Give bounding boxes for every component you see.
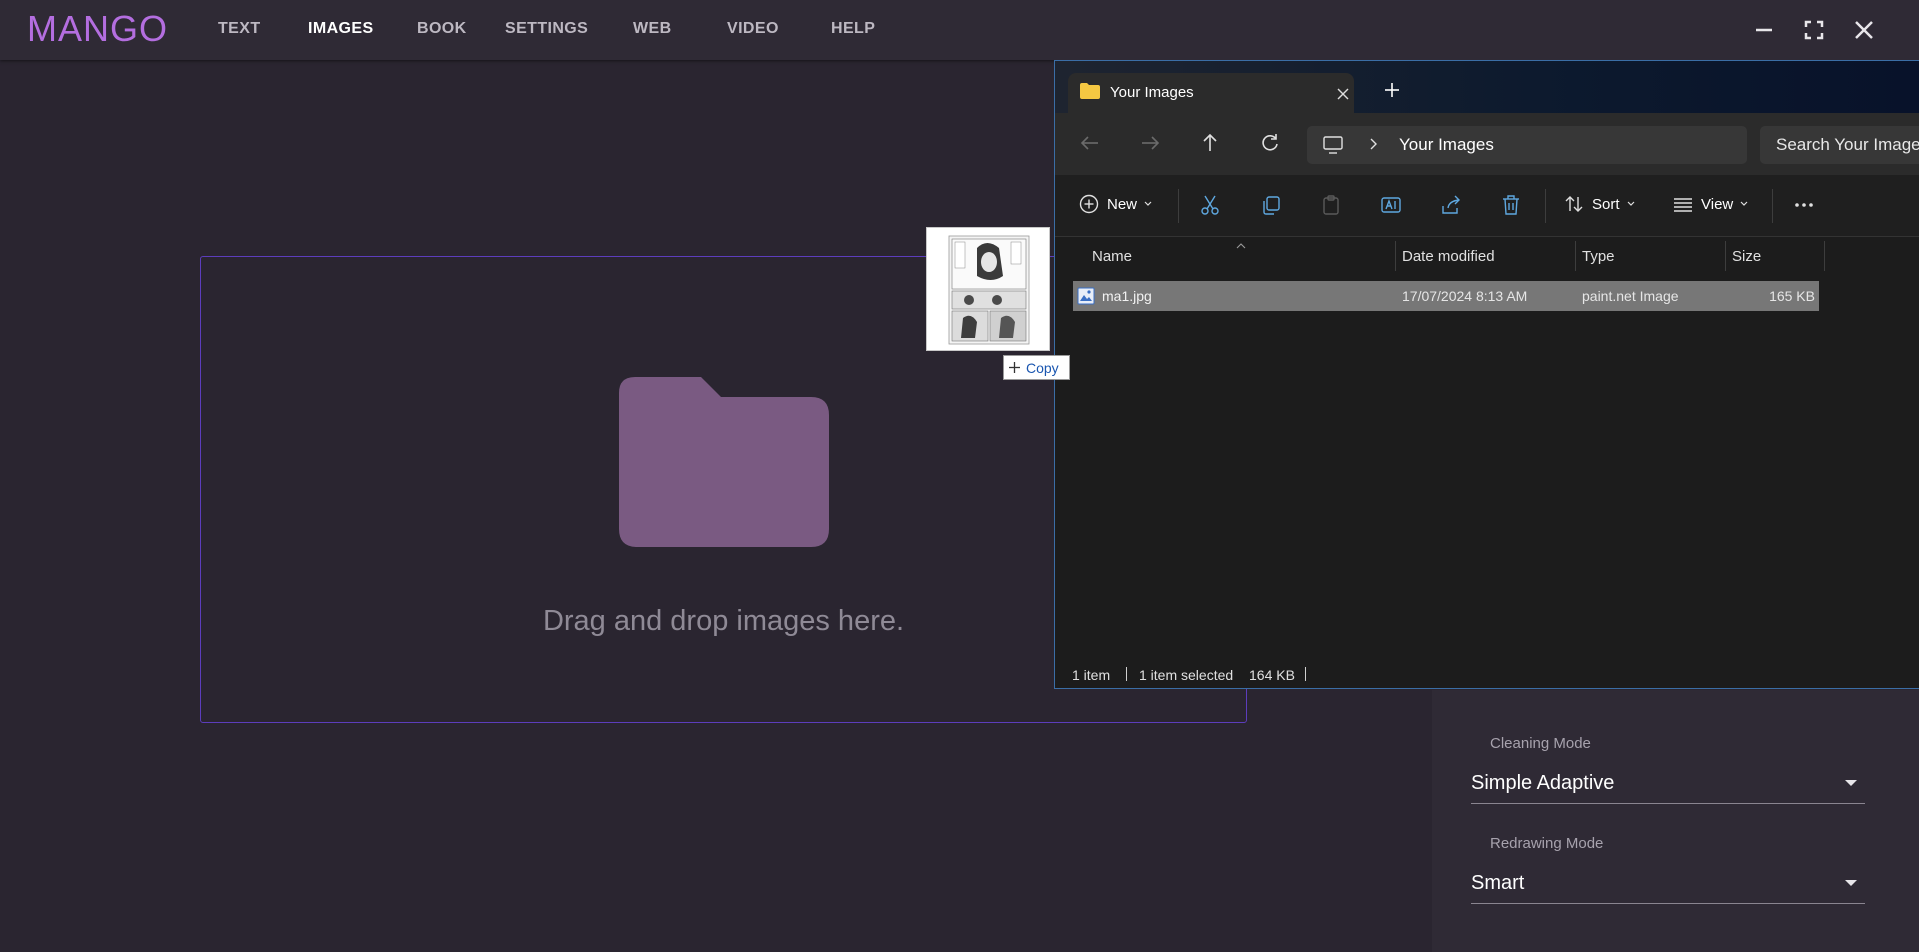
drag-preview-thumbnail (926, 227, 1050, 351)
column-header-name[interactable]: Name (1092, 238, 1132, 274)
minimize-icon[interactable] (1748, 14, 1780, 46)
file-date: 17/07/2024 8:13 AM (1402, 288, 1528, 304)
redrawing-mode-select[interactable]: Smart (1471, 864, 1865, 904)
column-header-size[interactable]: Size (1732, 238, 1761, 274)
folder-icon (619, 377, 829, 552)
file-explorer-window: Your Images Your Images Search Your Imag… (1054, 60, 1919, 689)
explorer-command-bar: New Sort View (1055, 175, 1919, 237)
close-icon[interactable] (1848, 14, 1880, 46)
computer-icon (1323, 136, 1343, 159)
cut-icon[interactable] (1199, 194, 1221, 216)
nav-tab-settings[interactable]: SETTINGS (505, 20, 588, 38)
plus-icon (1009, 362, 1020, 373)
toolbar-divider (1772, 189, 1773, 223)
sort-button-label: Sort (1592, 195, 1620, 213)
file-type: paint.net Image (1582, 288, 1679, 304)
app-logo: MANGO (27, 8, 169, 49)
manga-page-thumbnail (948, 235, 1030, 345)
view-button-label: View (1701, 195, 1734, 213)
folder-icon (1080, 83, 1100, 104)
new-button[interactable]: New (1079, 194, 1153, 214)
explorer-tab-strip: Your Images (1055, 61, 1919, 113)
maximize-icon[interactable] (1798, 14, 1830, 46)
nav-tab-book[interactable]: BOOK (417, 20, 467, 38)
refresh-icon[interactable] (1259, 132, 1281, 159)
status-bar: 1 item 1 item selected 164 KB (1055, 661, 1919, 688)
file-size: 165 KB (1769, 288, 1815, 304)
top-navigation-bar: MANGO TEXT IMAGES BOOK SETTINGS WEB VIDE… (0, 0, 1919, 60)
cleaning-mode-value: Simple Adaptive (1471, 772, 1615, 794)
dropdown-arrow-icon (1845, 880, 1857, 886)
column-divider[interactable] (1395, 241, 1396, 271)
column-divider[interactable] (1575, 241, 1576, 271)
view-icon (1674, 198, 1692, 212)
sort-icon (1565, 196, 1583, 212)
explorer-tab[interactable]: Your Images (1068, 73, 1354, 113)
sort-button[interactable]: Sort (1564, 194, 1636, 214)
chevron-down-icon (1144, 201, 1152, 206)
copy-label: Copy (1026, 359, 1059, 376)
column-header-date[interactable]: Date modified (1402, 238, 1495, 274)
new-button-label: New (1107, 195, 1138, 213)
sort-ascending-icon (1236, 236, 1246, 254)
nav-tab-help[interactable]: HELP (831, 20, 875, 38)
toolbar-divider (1178, 189, 1179, 223)
cleaning-mode-select[interactable]: Simple Adaptive (1471, 764, 1865, 804)
redrawing-mode-value: Smart (1471, 872, 1525, 894)
file-name: ma1.jpg (1102, 288, 1152, 304)
paste-icon[interactable] (1320, 194, 1342, 216)
cleaning-mode-label: Cleaning Mode (1490, 735, 1591, 752)
back-arrow-icon[interactable] (1079, 132, 1101, 159)
drag-copy-badge: Copy (1003, 355, 1070, 380)
toolbar-divider (1545, 189, 1546, 223)
selected-size: 164 KB (1249, 667, 1295, 683)
view-button[interactable]: View (1673, 194, 1749, 214)
settings-panel: Cleaning Mode Simple Adaptive Redrawing … (1432, 690, 1919, 952)
dropdown-arrow-icon (1845, 780, 1857, 786)
up-arrow-icon[interactable] (1199, 132, 1221, 159)
share-icon[interactable] (1440, 194, 1462, 216)
new-tab-icon[interactable] (1385, 83, 1399, 102)
search-input[interactable]: Search Your Images (1760, 126, 1919, 164)
column-header-type[interactable]: Type (1582, 238, 1615, 274)
status-divider (1305, 667, 1306, 681)
column-divider[interactable] (1824, 241, 1825, 271)
nav-tab-images[interactable]: IMAGES (308, 20, 374, 38)
search-placeholder: Search Your Images (1776, 135, 1919, 154)
nav-tab-web[interactable]: WEB (633, 20, 672, 38)
item-count: 1 item (1072, 667, 1111, 683)
column-divider[interactable] (1725, 241, 1726, 271)
chevron-down-icon (1740, 201, 1748, 206)
delete-icon[interactable] (1500, 194, 1522, 216)
nav-tab-text[interactable]: TEXT (218, 20, 261, 38)
rename-icon[interactable] (1380, 194, 1402, 216)
nav-tab-video[interactable]: VIDEO (727, 20, 779, 38)
plus-circle-icon (1079, 194, 1099, 214)
redrawing-mode-label: Redrawing Mode (1490, 835, 1604, 852)
status-divider (1126, 667, 1127, 681)
tab-close-icon[interactable] (1337, 87, 1349, 105)
file-row[interactable]: ma1.jpg 17/07/2024 8:13 AM paint.net Ima… (1073, 281, 1819, 311)
breadcrumb-segment[interactable]: Your Images (1399, 135, 1494, 155)
path-breadcrumb[interactable]: Your Images (1307, 126, 1747, 164)
image-file-icon (1077, 287, 1095, 310)
chevron-right-icon (1368, 137, 1378, 156)
tab-title: Your Images (1110, 84, 1194, 101)
forward-arrow-icon[interactable] (1139, 132, 1161, 159)
address-bar: Your Images Search Your Images (1055, 113, 1919, 175)
chevron-down-icon (1627, 201, 1634, 206)
copy-icon[interactable] (1260, 194, 1282, 216)
more-options-icon[interactable] (1793, 194, 1815, 216)
selected-count: 1 item selected (1139, 667, 1234, 683)
